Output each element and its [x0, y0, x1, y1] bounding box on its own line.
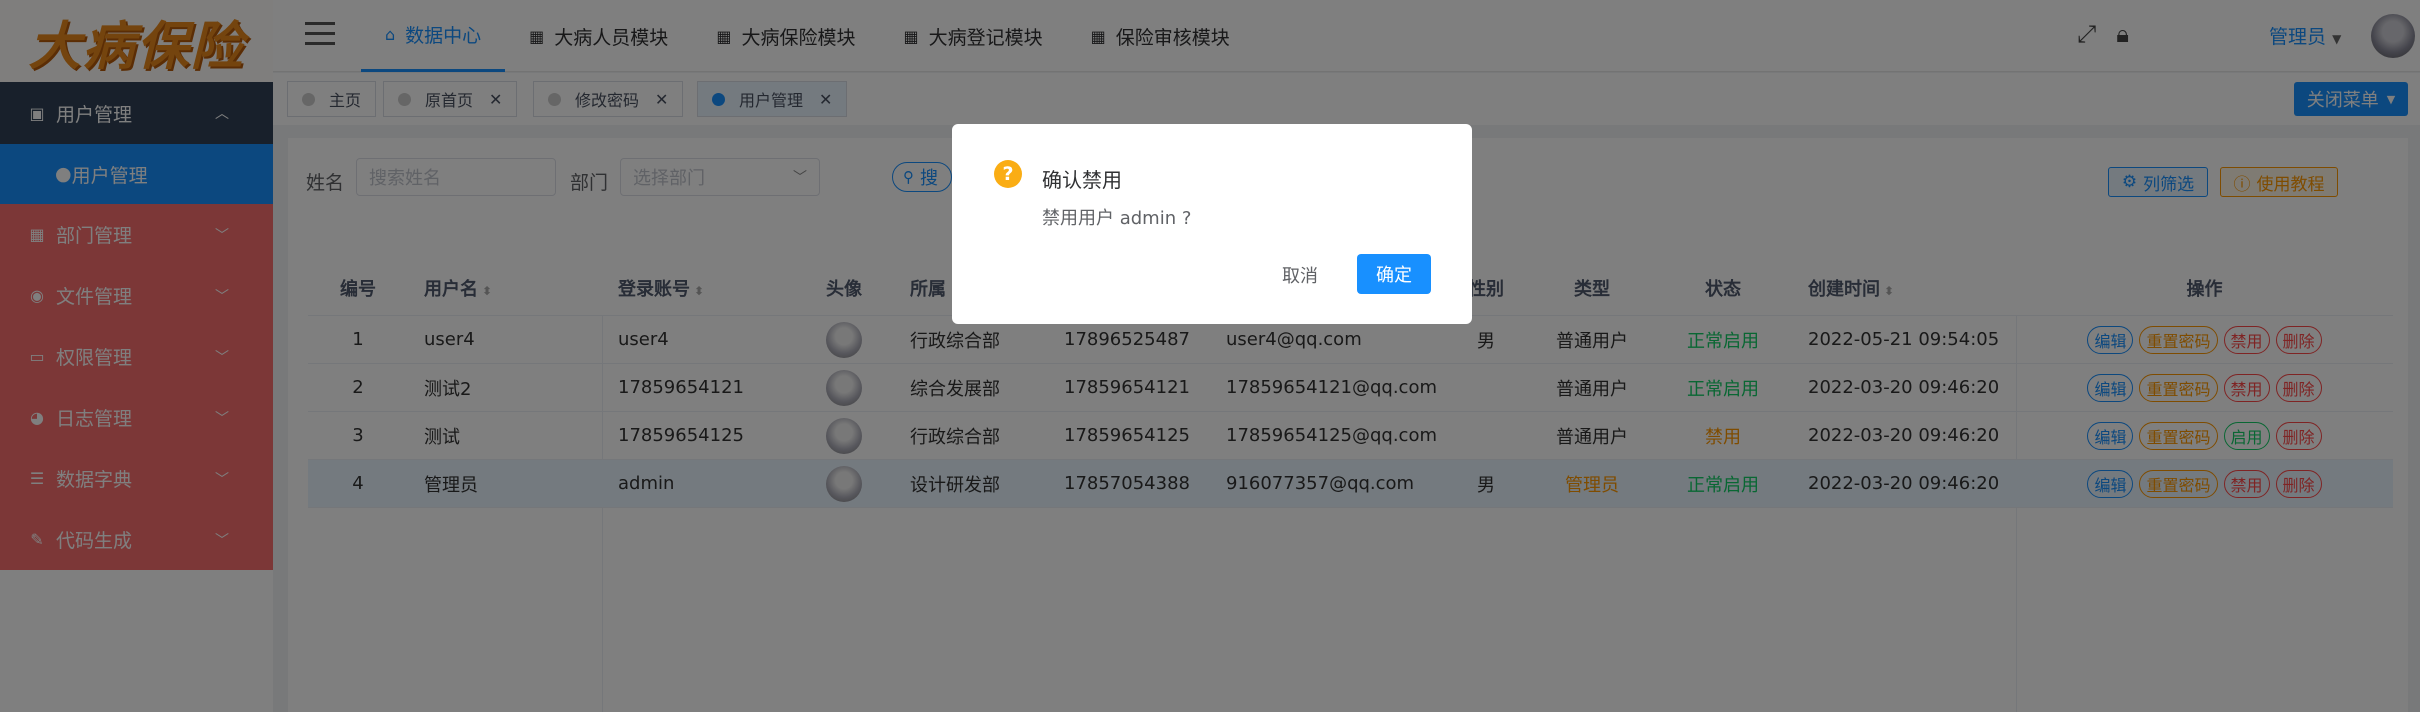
- dialog-title: 确认禁用: [1042, 168, 1122, 192]
- modal-overlay[interactable]: [0, 0, 2420, 712]
- confirm-button[interactable]: 确定: [1357, 254, 1431, 294]
- question-icon: ?: [994, 160, 1022, 188]
- confirm-dialog: ? 确认禁用 禁用用户 admin ? 取消 确定: [952, 124, 1472, 324]
- dialog-message: 禁用用户 admin ?: [1042, 208, 1192, 229]
- cancel-button[interactable]: 取消: [1282, 256, 1318, 294]
